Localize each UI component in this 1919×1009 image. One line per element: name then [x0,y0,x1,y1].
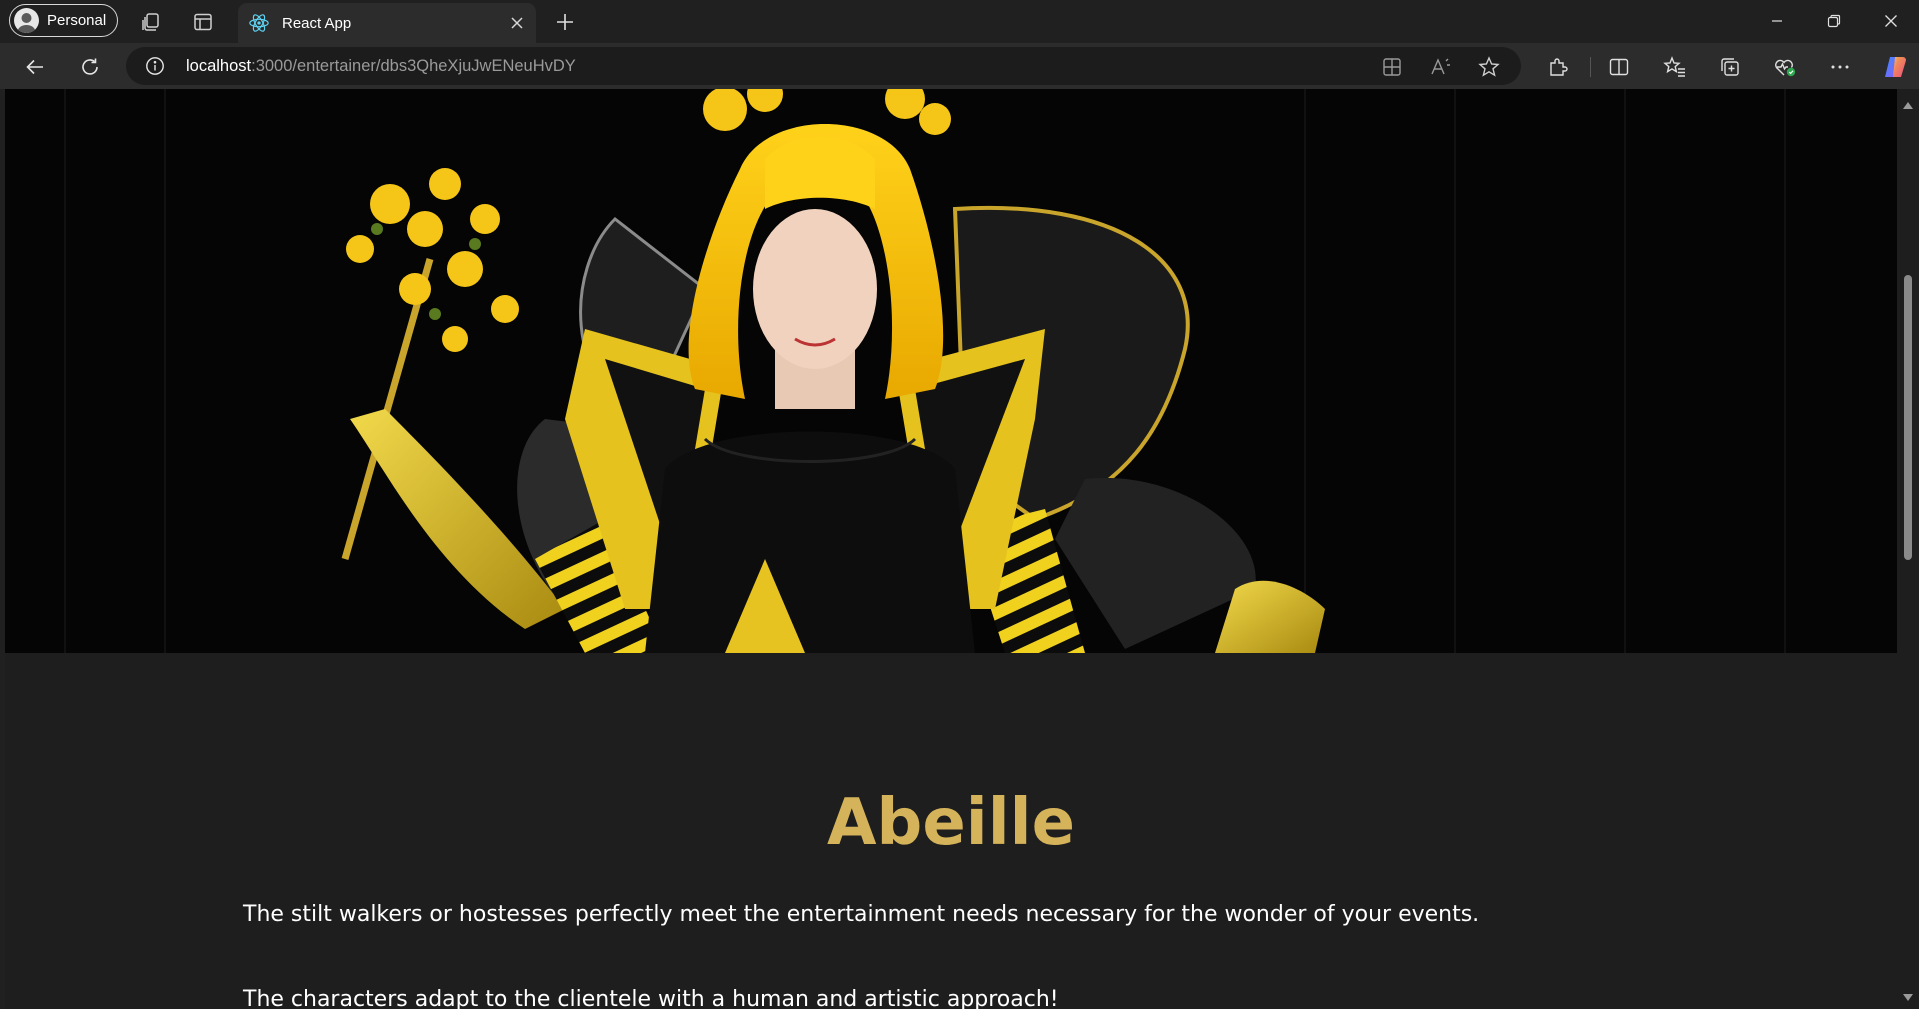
browser-window: Personal React App localhost:3000/entert… [0,0,1919,1009]
more-icon[interactable] [1827,54,1853,80]
star-icon[interactable] [1477,55,1501,79]
avatar [14,8,39,33]
vertical-tabs-icon[interactable] [189,8,217,36]
browser-essentials-icon[interactable] [1772,54,1798,80]
url-path: :3000/entertainer/dbs3QheXjuJwENeuHvDY [251,57,576,75]
split-screen-icon[interactable] [1606,54,1632,80]
plus-icon[interactable] [551,8,579,36]
copilot-icon[interactable] [1880,52,1910,82]
description-paragraph: The characters adapt to the clientele wi… [243,987,1059,1009]
hero-image [5,89,1897,653]
tab-bar: Personal React App [0,0,1919,43]
profile-label: Personal [47,12,107,29]
address-bar[interactable]: localhost:3000/entertainer/dbs3QheXjuJwE… [126,47,1521,85]
info-icon[interactable] [145,56,165,76]
scroll-down-icon[interactable] [1902,992,1914,1004]
url-host: localhost [186,57,252,75]
close-icon[interactable] [506,12,528,34]
react-icon [249,14,269,32]
workspaces-icon[interactable] [137,8,165,36]
back-icon[interactable] [19,51,51,83]
refresh-icon[interactable] [74,51,106,83]
tab-react-app[interactable]: React App [238,3,536,43]
window-close-icon[interactable] [1868,6,1914,36]
read-aloud-icon[interactable] [1429,55,1453,79]
navigation-bar: localhost:3000/entertainer/dbs3QheXjuJwE… [0,43,1919,89]
minimize-icon[interactable] [1754,6,1800,36]
vertical-scrollbar[interactable] [1897,89,1919,1009]
collections-icon[interactable] [1717,54,1743,80]
app-available-icon[interactable] [1380,55,1404,79]
url-text[interactable]: localhost:3000/entertainer/dbs3QheXjuJwE… [186,57,576,76]
description-paragraph: The stilt walkers or hostesses perfectly… [243,902,1480,927]
toolbar-divider [1590,57,1591,77]
page-title: Abeille [827,786,1075,860]
scrollbar-thumb[interactable] [1904,275,1912,560]
scroll-up-icon[interactable] [1902,99,1914,111]
profile-button[interactable]: Personal [9,4,118,37]
favorites-icon[interactable] [1662,54,1688,80]
restore-icon[interactable] [1811,6,1857,36]
page-viewport: Abeille The stilt walkers or hostesses p… [5,89,1897,1009]
extensions-icon[interactable] [1545,54,1571,80]
tab-title: React App [282,14,352,32]
